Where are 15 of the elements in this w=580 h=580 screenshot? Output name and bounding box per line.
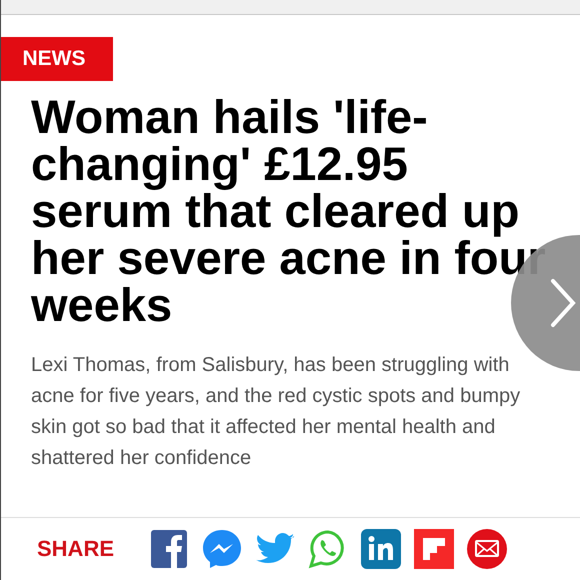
share-button[interactable] — [149, 529, 190, 569]
share-button[interactable] — [414, 529, 454, 569]
facebook-icon — [149, 529, 190, 569]
share-button[interactable] — [202, 529, 242, 569]
summary: Lexi Thomas, from Salisbury, has been struggling with acne for five years, and the red cystic spots and bumpy skin got so bad that it affected her mental health and shattered her confidence — [31, 353, 522, 471]
share-button[interactable] — [467, 529, 508, 569]
flipboard-icon — [414, 529, 454, 569]
headline: Woman hails 'life-changing' £12.95 serum that cleared up her severe acne in four weeks — [31, 93, 547, 328]
linkedin-icon — [361, 529, 402, 569]
messenger-icon — [202, 529, 242, 569]
chevron-right-icon — [550, 278, 576, 328]
section-badge[interactable]: NEWS — [1, 37, 113, 81]
share-button[interactable] — [361, 529, 402, 569]
share-label: SHARE — [37, 536, 114, 562]
envelope-icon — [467, 529, 508, 569]
